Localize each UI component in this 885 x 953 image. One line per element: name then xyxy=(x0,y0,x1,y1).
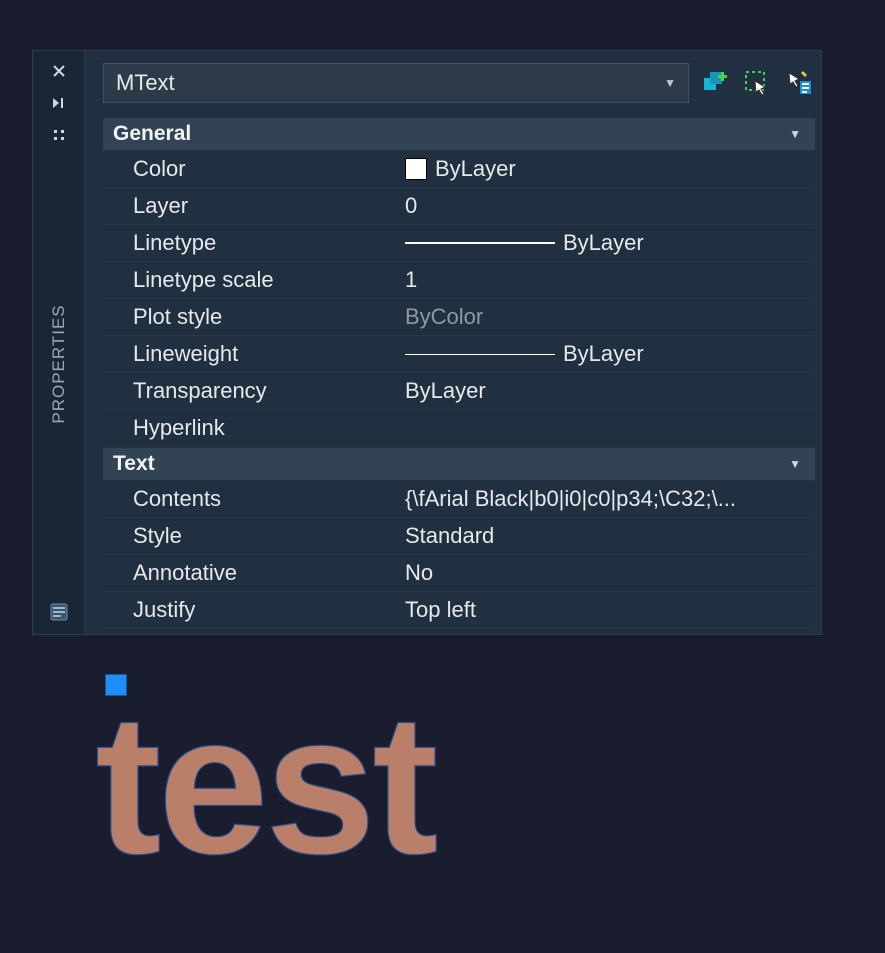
options-icon[interactable] xyxy=(47,123,71,147)
quick-select-button[interactable] xyxy=(783,67,815,99)
object-type-value: MText xyxy=(116,70,175,96)
prop-label-annotative: Annotative xyxy=(103,555,403,592)
prop-value-linetype[interactable]: ByLayer xyxy=(403,225,815,262)
prop-value-hyperlink[interactable] xyxy=(403,410,815,447)
prop-value-color[interactable]: ByLayer xyxy=(403,151,815,188)
prop-label-color: Color xyxy=(103,151,403,188)
object-type-dropdown[interactable]: MText ▼ xyxy=(103,63,689,103)
panel-body: MText ▼ xyxy=(85,51,821,634)
prop-value-contents[interactable]: {\fArial Black|b0|i0|c0|p34;\C32;\... xyxy=(403,481,815,518)
prop-value-plotstyle: ByColor xyxy=(403,299,815,336)
property-sections: General ▼ ColorByLayer Layer0 LinetypeBy… xyxy=(103,117,815,634)
linetype-preview-icon xyxy=(405,242,555,244)
palette-rail: PROPERTIES xyxy=(33,51,85,634)
prop-label-style: Style xyxy=(103,518,403,555)
section-title: Text xyxy=(113,452,155,476)
prop-label-linetype: Linetype xyxy=(103,225,403,262)
section-body-general: ColorByLayer Layer0 LinetypeByLayer Line… xyxy=(103,151,815,447)
close-icon[interactable] xyxy=(47,59,71,83)
color-swatch-icon xyxy=(405,158,427,180)
prop-label-justify: Justify xyxy=(103,592,403,629)
drawing-canvas[interactable]: test xyxy=(0,645,885,953)
prop-label-plotstyle: Plot style xyxy=(103,299,403,336)
section-body-text: Contents{\fArial Black|b0|i0|c0|p34;\C32… xyxy=(103,481,815,629)
prop-label-transparency: Transparency xyxy=(103,373,403,410)
chevron-down-icon: ▼ xyxy=(789,457,801,471)
prop-label-contents: Contents xyxy=(103,481,403,518)
prop-value-style[interactable]: Standard xyxy=(403,518,815,555)
panel-header: MText ▼ xyxy=(103,61,815,105)
prop-value-lineweight[interactable]: ByLayer xyxy=(403,336,815,373)
chevron-down-icon: ▼ xyxy=(789,127,801,141)
properties-icon[interactable] xyxy=(49,602,69,622)
select-objects-button[interactable] xyxy=(741,67,773,99)
autohide-icon[interactable] xyxy=(47,91,71,115)
properties-palette: PROPERTIES MText ▼ xyxy=(32,50,822,635)
prop-value-linetypescale[interactable]: 1 xyxy=(403,262,815,299)
section-title: General xyxy=(113,122,191,146)
lineweight-preview-icon xyxy=(405,354,555,355)
prop-value-transparency[interactable]: ByLayer xyxy=(403,373,815,410)
palette-title: PROPERTIES xyxy=(49,304,69,423)
chevron-down-icon: ▼ xyxy=(664,76,676,90)
prop-label-layer: Layer xyxy=(103,188,403,225)
mtext-object[interactable]: test xyxy=(95,685,435,885)
prop-value-justify[interactable]: Top left xyxy=(403,592,815,629)
section-header-general[interactable]: General ▼ xyxy=(103,117,815,151)
prop-label-hyperlink: Hyperlink xyxy=(103,410,403,447)
prop-value-layer[interactable]: 0 xyxy=(403,188,815,225)
prop-label-linetypescale: Linetype scale xyxy=(103,262,403,299)
section-header-text[interactable]: Text ▼ xyxy=(103,447,815,481)
toggle-pickadd-button[interactable] xyxy=(699,67,731,99)
prop-label-lineweight: Lineweight xyxy=(103,336,403,373)
prop-value-annotative[interactable]: No xyxy=(403,555,815,592)
